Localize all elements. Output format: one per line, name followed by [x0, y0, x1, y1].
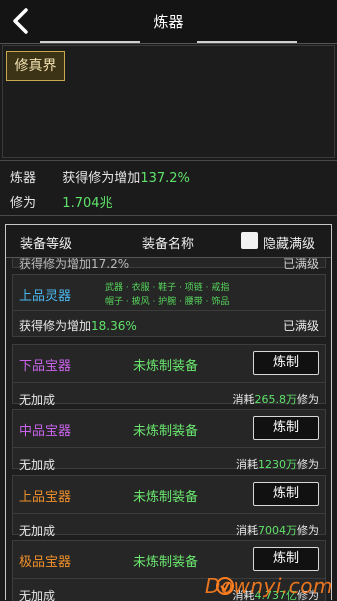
craft-button[interactable]: 炼制 [253, 416, 319, 440]
craft-button[interactable]: 炼制 [253, 547, 319, 571]
realm-panel: 修真界 [2, 45, 335, 158]
list-header: 装备等级 装备名称 隐藏满级 [6, 225, 331, 258]
equip-name: 未炼制装备 [133, 424, 199, 439]
refine-value: 137.2% [140, 171, 190, 186]
top-bar: 炼器 [0, 0, 337, 44]
title-rule-left [40, 41, 140, 43]
title-rule-right [197, 41, 297, 43]
cost-text: 消耗1230万修为 [236, 458, 319, 471]
list-item: 中品宝器 未炼制装备 炼制 无加成 消耗1230万修为 [12, 409, 326, 472]
equip-name: 未炼制装备 [133, 359, 199, 374]
craft-button[interactable]: 炼制 [253, 482, 319, 506]
cultivation-stat-row: 修为 1.704兆 [10, 192, 113, 211]
equipment-scroll[interactable]: 获得修为增加17.2% 已满级 上品灵器 武器 · 衣服 · 鞋子 · 项链 ·… [6, 258, 331, 601]
col-grade-header: 装备等级 [20, 237, 73, 252]
prev-status: 已满级 [282, 258, 319, 271]
cultivation-label: 修为 [10, 196, 37, 211]
craft-button[interactable]: 炼制 [253, 351, 319, 375]
refine-stat-row: 炼器 获得修为增加137.2% [10, 167, 190, 186]
bonus-text: 无加成 [19, 524, 56, 538]
equip-name: 未炼制装备 [133, 490, 199, 505]
list-item: 获得修为增加17.2% 已满级 [12, 258, 326, 271]
grade-label: 上品灵器 [19, 289, 72, 304]
stats-panel: 炼器 获得修为增加137.2% 修为 1.704兆 [0, 160, 337, 216]
grade-label: 中品宝器 [19, 424, 72, 439]
hide-maxed-checkbox[interactable] [241, 232, 258, 249]
grade-label: 下品宝器 [19, 359, 72, 374]
cost-text: 消耗265.8万修为 [232, 393, 320, 406]
watermark: Downyi.com [204, 574, 333, 598]
bonus-text: 无加成 [19, 589, 56, 601]
list-item: 上品灵器 武器 · 衣服 · 鞋子 · 项链 · 戒指 帽子 · 披风 · 护腕… [12, 274, 326, 337]
refine-label: 炼器 [10, 171, 37, 186]
maxed-status: 已满级 [282, 319, 319, 333]
cost-text: 消耗7004万修为 [236, 524, 319, 537]
equipment-list: 装备等级 装备名称 隐藏满级 获得修为增加17.2% 已满级 上品灵器 武器 ·… [5, 224, 332, 601]
prev-bonus: 获得修为增加17.2% [19, 258, 130, 271]
cultivation-value: 1.704兆 [62, 196, 113, 211]
list-item: 上品宝器 未炼制装备 炼制 无加成 消耗7004万修为 [12, 475, 326, 538]
col-name-header: 装备名称 [142, 237, 195, 252]
equipment-slots: 武器 · 衣服 · 鞋子 · 项链 · 戒指 帽子 · 披风 · 护腕 · 腰带… [105, 283, 230, 307]
realm-tab-button[interactable]: 修真界 [6, 51, 65, 81]
page-title: 炼器 [153, 13, 184, 31]
bonus-text: 无加成 [19, 458, 56, 472]
refine-desc: 获得修为增加 [62, 171, 141, 186]
equip-name: 未炼制装备 [133, 555, 199, 570]
bonus-text: 获得修为增加18.36% [19, 319, 137, 333]
hide-maxed-label: 隐藏满级 [263, 237, 316, 252]
list-item: 下品宝器 未炼制装备 炼制 无加成 消耗265.8万修为 [12, 344, 326, 407]
grade-label: 上品宝器 [19, 490, 72, 505]
grade-label: 极品宝器 [19, 555, 72, 570]
bonus-text: 无加成 [19, 393, 56, 407]
